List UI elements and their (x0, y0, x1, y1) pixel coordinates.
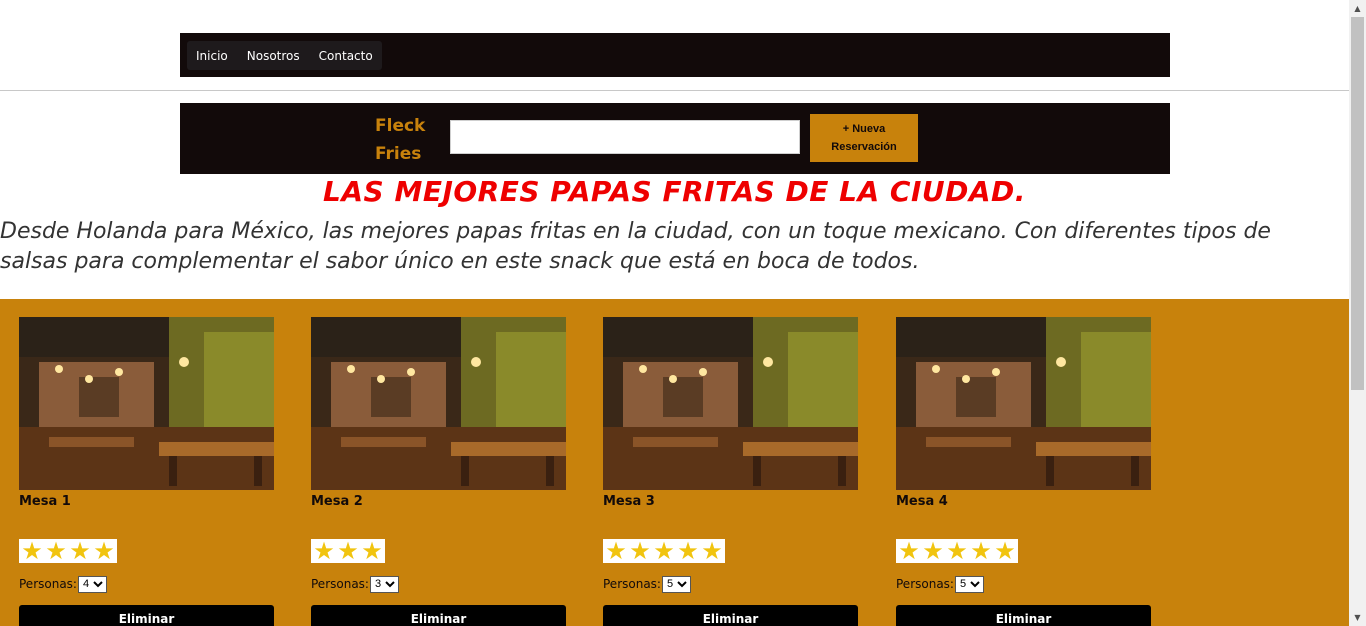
star-icon: ★ (629, 537, 651, 565)
star-icon: ★ (361, 537, 383, 565)
delete-button[interactable]: Eliminar (19, 605, 274, 626)
nav-link-nosotros[interactable]: Nosotros (247, 49, 300, 63)
star-icon: ★ (605, 537, 627, 565)
new-reservation-button[interactable]: + Nueva Reservación (810, 114, 918, 162)
star-icon: ★ (946, 537, 968, 565)
table-name: Mesa 4 (896, 494, 948, 509)
people-label: Personas: (603, 577, 661, 591)
delete-button[interactable]: Eliminar (896, 605, 1151, 626)
page: Inicio Nosotros Contacto Fleck Fries + N… (0, 0, 1349, 626)
brand-name: Fleck Fries (375, 116, 426, 164)
star-icon: ★ (45, 537, 67, 565)
star-icon: ★ (701, 537, 723, 565)
star-icon: ★ (970, 537, 992, 565)
star-icon: ★ (93, 537, 115, 565)
people-select[interactable]: 5 (954, 575, 984, 593)
star-icon: ★ (69, 537, 91, 565)
star-icon: ★ (653, 537, 675, 565)
tables-panel: Mesa 1 ★ ★ ★ ★ Personas: 4 Eliminar Mesa… (0, 299, 1349, 626)
top-navbar: Inicio Nosotros Contacto (180, 33, 1170, 77)
delete-button[interactable]: Eliminar (603, 605, 858, 626)
brand-bar: Fleck Fries + Nueva Reservación (180, 103, 1170, 174)
star-icon: ★ (922, 537, 944, 565)
people-select[interactable]: 3 (369, 575, 399, 593)
table-card: Mesa 1 ★ ★ ★ ★ Personas: 4 Eliminar (19, 317, 274, 626)
nav-menu: Inicio Nosotros Contacto (187, 41, 382, 70)
table-name: Mesa 3 (603, 494, 655, 509)
divider (0, 90, 1349, 91)
star-icon: ★ (313, 537, 335, 565)
scroll-down-arrow-icon[interactable]: ▼ (1349, 609, 1366, 626)
rating-stars: ★ ★ ★ (311, 539, 385, 563)
table-card: Mesa 2 ★ ★ ★ Personas: 3 Eliminar (311, 317, 566, 626)
vertical-scrollbar[interactable]: ▲ ▼ (1349, 0, 1366, 626)
people-row: Personas: 4 (19, 575, 274, 593)
star-icon: ★ (898, 537, 920, 565)
restaurant-photo (311, 317, 566, 490)
people-row: Personas: 3 (311, 575, 566, 593)
people-label: Personas: (19, 577, 77, 591)
page-headline: LAS MEJORES PAPAS FRITAS DE LA CIUDAD. (323, 175, 1026, 208)
star-icon: ★ (994, 537, 1016, 565)
restaurant-photo (603, 317, 858, 490)
search-input[interactable] (450, 120, 800, 154)
intro-text: Desde Holanda para México, las mejores p… (0, 219, 1271, 274)
table-name: Mesa 1 (19, 494, 71, 509)
star-icon: ★ (677, 537, 699, 565)
scroll-up-arrow-icon[interactable]: ▲ (1349, 0, 1366, 17)
restaurant-photo (19, 317, 274, 490)
table-name: Mesa 2 (311, 494, 363, 509)
people-select[interactable]: 5 (661, 575, 691, 593)
table-card: Mesa 4 ★ ★ ★ ★ ★ Personas: 5 Eliminar (896, 317, 1151, 626)
people-row: Personas: 5 (896, 575, 1151, 593)
scroll-thumb[interactable] (1351, 17, 1364, 390)
people-select[interactable]: 4 (77, 575, 107, 593)
rating-stars: ★ ★ ★ ★ ★ (896, 539, 1018, 563)
restaurant-photo (896, 317, 1151, 490)
rating-stars: ★ ★ ★ ★ ★ (603, 539, 725, 563)
star-icon: ★ (337, 537, 359, 565)
delete-button[interactable]: Eliminar (311, 605, 566, 626)
nav-link-contacto[interactable]: Contacto (319, 49, 373, 63)
star-icon: ★ (21, 537, 43, 565)
people-row: Personas: 5 (603, 575, 858, 593)
rating-stars: ★ ★ ★ ★ (19, 539, 117, 563)
table-card: Mesa 3 ★ ★ ★ ★ ★ Personas: 5 Eliminar (603, 317, 858, 626)
people-label: Personas: (896, 577, 954, 591)
people-label: Personas: (311, 577, 369, 591)
nav-link-inicio[interactable]: Inicio (196, 49, 228, 63)
